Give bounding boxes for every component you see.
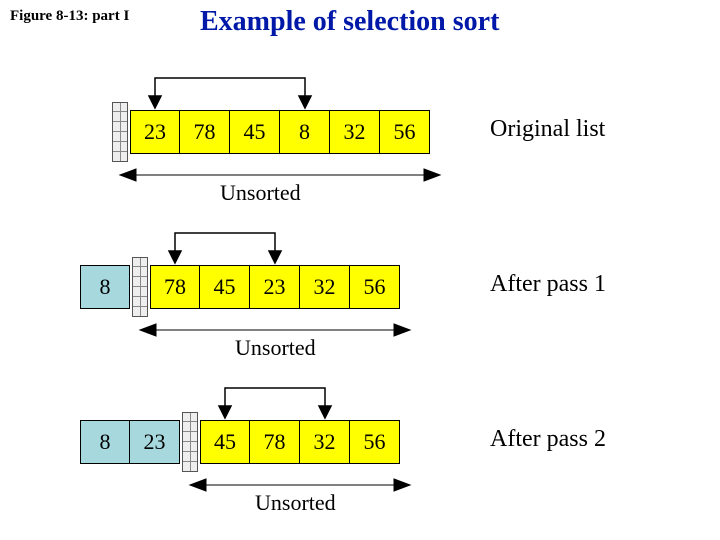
stage-pass-1: 8 78 45 23 32 56 After pass 1 Unsorted [0,215,720,375]
array-cell: 32 [300,420,350,464]
sorted-cells: 8 [80,265,130,309]
unsorted-label: Unsorted [220,180,301,206]
diagram-title: Example of selection sort [200,6,499,38]
array-cell: 23 [130,110,180,154]
array-cell: 23 [250,265,300,309]
swap-bracket-icon [219,388,331,418]
wall-icon [112,102,128,162]
stage-label: Original list [490,116,605,143]
array-cell: 56 [380,110,430,154]
array-cell: 78 [180,110,230,154]
unsorted-cells: 78 45 23 32 56 [150,265,400,309]
array-cell: 8 [80,420,130,464]
array-cell: 32 [300,265,350,309]
array-cell: 23 [130,420,180,464]
array-cell: 8 [80,265,130,309]
array-cell: 45 [200,265,250,309]
array-cell: 78 [150,265,200,309]
unsorted-label: Unsorted [255,490,336,516]
array-cell: 45 [230,110,280,154]
unsorted-cells: 23 78 45 8 32 56 [130,110,430,154]
stage-original: 23 78 45 8 32 56 Original list Unsorted [0,60,720,220]
array-cell: 56 [350,265,400,309]
array-cell: 8 [280,110,330,154]
figure-label: Figure 8-13: part I [10,8,129,25]
sorted-cells: 8 23 [80,420,180,464]
stage-label: After pass 1 [490,271,606,298]
swap-bracket-icon [169,233,281,263]
array-cell: 45 [200,420,250,464]
stage-pass-2: 8 23 45 78 32 56 After pass 2 Unsorted [0,370,720,530]
swap-bracket-icon [149,78,311,108]
array-cell: 32 [330,110,380,154]
stage-label: After pass 2 [490,426,606,453]
unsorted-cells: 45 78 32 56 [200,420,400,464]
array-cell: 78 [250,420,300,464]
array-cell: 56 [350,420,400,464]
wall-icon [182,412,198,472]
unsorted-label: Unsorted [235,335,316,361]
wall-icon [132,257,148,317]
